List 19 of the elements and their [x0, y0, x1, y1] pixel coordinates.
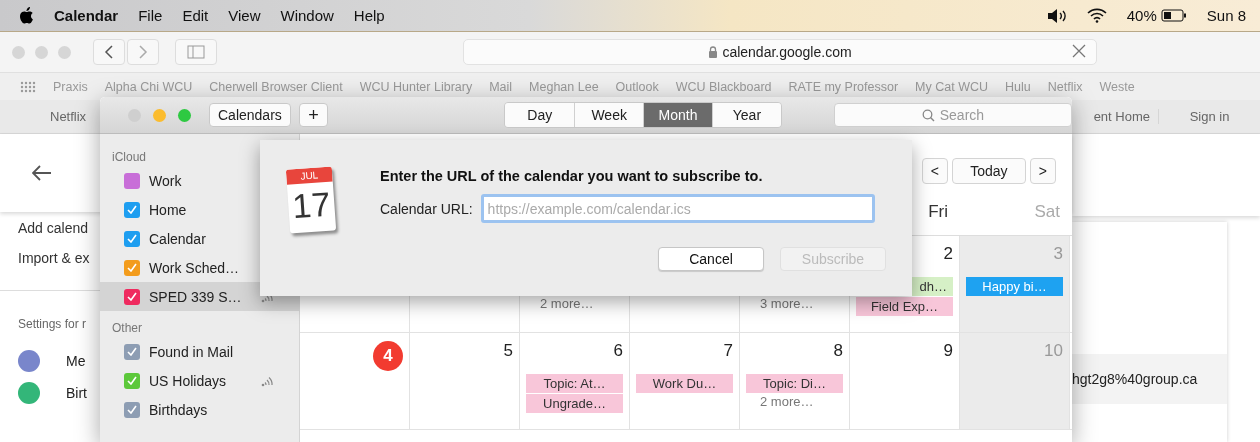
section-label: Settings for r	[17, 316, 87, 333]
day-number: 5	[503, 341, 513, 362]
calendar-id-field: hgt2g8%40group.ca	[1072, 354, 1227, 404]
calendar-app-icon: JUL 17	[285, 166, 337, 234]
battery-percent: 40%	[1126, 7, 1157, 24]
day-number: 7	[723, 341, 733, 362]
day-number: 9	[943, 341, 953, 362]
day-number: 6	[613, 341, 623, 362]
weekday-label: Fri	[927, 202, 949, 222]
weekday-label: Sat	[1033, 202, 1061, 222]
sidebar-group-title: Other	[111, 320, 143, 337]
day-number: 3	[1053, 244, 1063, 265]
dialog-message: Enter the URL of the calendar you want to subscribe to.	[380, 168, 764, 184]
day-number: 10	[1044, 341, 1063, 362]
day-number: 2	[943, 244, 953, 265]
sidebar-group-title: iCloud	[111, 149, 148, 166]
url-label: Calendar URL:	[380, 200, 473, 217]
today-badge: 4	[373, 341, 403, 371]
day-number: 8	[833, 341, 843, 362]
